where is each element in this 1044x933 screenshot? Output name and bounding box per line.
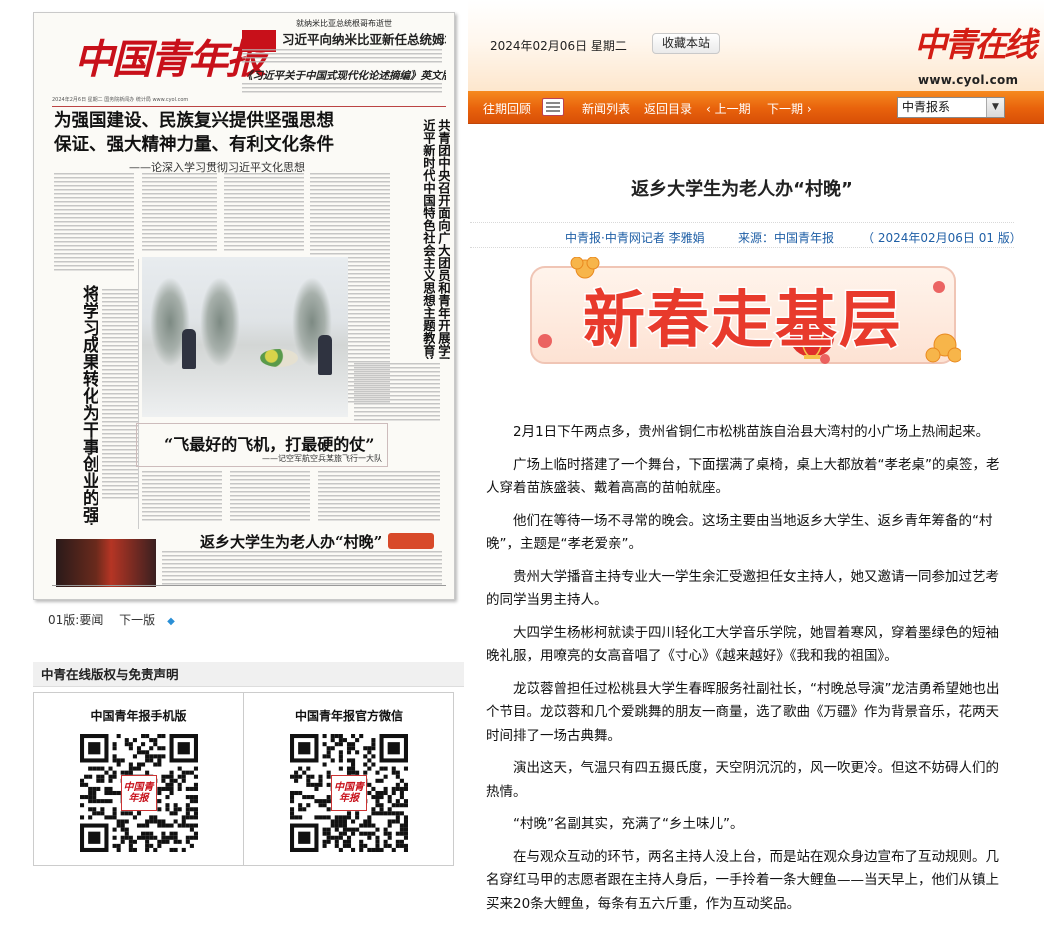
qr-panel: 中国青年报手机版 中国青年报 中国青年报官方微信 中国青年报 <box>33 692 454 866</box>
article-title: 返乡大学生为老人办“村晚” <box>631 179 853 200</box>
current-page-link[interactable]: 01版:要闻 <box>48 613 103 627</box>
newspaper-select[interactable]: 中青报系 ▼ <box>897 97 1005 118</box>
next-arrow-icon: ◆ <box>167 616 175 627</box>
qr-code-wechat: 中国青年报 <box>290 734 408 852</box>
paper-headline-2: 《习近平关于中国式现代化论述摘编》英文版、俄汉对照版出版发行 <box>242 70 446 82</box>
lead-title-line-1: 为强国建设、民族复兴提供坚强思想 <box>54 111 334 131</box>
qr-logo: 中国青年报 <box>331 775 367 811</box>
paper-text-block <box>54 173 134 273</box>
site-logo[interactable]: 中青在线 <box>914 18 1037 66</box>
byline-author: 中青报·中青网记者 李雅娟 <box>565 231 705 245</box>
nav-prev-issue[interactable]: ‹ 上一期 <box>706 100 751 117</box>
paper-text-block <box>162 551 442 587</box>
paper-text-block <box>224 173 304 251</box>
paper-dateline: 2024年2月6日 星期二 国务院新闻办 统计局 www.cyol.com <box>52 95 446 107</box>
article-paragraph: 贵州大学播音主持专业大一学生余汇受邀担任女主持人，她又邀请一同参加过艺考的同学当… <box>486 568 999 609</box>
qr-logo: 中国青年报 <box>120 775 157 811</box>
disclaimer-title[interactable]: 中青在线版权与免责声明 <box>33 662 464 687</box>
paper-bottom-stamp <box>388 533 434 549</box>
paper-text-block <box>102 289 138 499</box>
lead-title-line-2: 保证、强大精神力量、有利文化条件 <box>54 135 334 155</box>
paper-bottom-title: 返乡大学生为老人办“村晚” <box>200 533 383 551</box>
vertical-left-line: 将学习成果转化为干事创业的强大动力 <box>79 285 98 525</box>
nav-news-list[interactable]: 新闻列表 <box>582 100 630 117</box>
article-paragraph: “村晚”名副其实，充满了“乡土味儿”。 <box>513 816 744 832</box>
paper-snow-photo <box>142 257 348 417</box>
grid-menu-icon[interactable] <box>542 98 564 116</box>
paper-bottom-photo <box>56 539 156 587</box>
nav-next-label: 下一期 <box>767 102 804 116</box>
qr-mobile-box: 中国青年报手机版 中国青年报 <box>34 693 244 865</box>
vertical-line-1: 共青团中央召开面向广大团员和青年开展学习贯彻 <box>437 119 450 359</box>
feature-title: “飞最好的飞机，打最硬的仗” <box>164 435 375 454</box>
paper-masthead: 中国青年报 <box>74 36 266 83</box>
left-column: 中国青年报 就纳米比亚总统根哥布逝世 习近平向纳米比亚新任总统姆本巴致唁电 《习… <box>0 0 468 933</box>
qr-wechat-box: 中国青年报官方微信 中国青年报 <box>244 693 454 865</box>
nav-past-issues[interactable]: 往期回顾 <box>483 100 531 117</box>
paper-page-nav: 01版:要闻 下一版 ◆ <box>48 611 199 628</box>
nav-back-to-index[interactable]: 返回目录 <box>644 100 692 117</box>
article-paragraph: 在与观众互动的环节，两名主持人没上台，而是站在观众身边宣布了互动规则。几名穿红马… <box>486 848 999 912</box>
article-byline: 中青报·中青网记者 李雅娟 来源：中国青年报 （ 2024年02月06日 01 … <box>470 222 1022 248</box>
photo-tree <box>200 277 240 367</box>
vertical-line-2: 近平新时代中国特色社会主义思想主题教育总结会议 <box>422 119 435 359</box>
paper-headline-1-text: 习近平向纳米比亚新任总统姆本巴致唁电 <box>282 32 446 47</box>
photo-cart <box>260 349 298 367</box>
next-page-label: 下一版 <box>119 613 156 627</box>
paper-vertical-headline-right: 共青团中央召开面向广大团员和青年开展学习贯彻 近平新时代中国特色社会主义思想主题… <box>396 119 450 359</box>
bookmark-button[interactable]: 收藏本站 <box>652 33 720 54</box>
paper-top-small: 就纳米比亚总统根哥布逝世 <box>296 19 392 28</box>
article-paragraph: 他们在等待一场不寻常的晚会。这场主要由当地返乡大学生、返乡青年筹备的“村晚”，主… <box>486 512 993 553</box>
feature-subtitle: ——记空军航空兵某旅飞行一大队 <box>262 454 382 463</box>
chevron-down-icon: ▼ <box>986 98 1004 117</box>
paper-text-block <box>242 83 442 93</box>
byline-date: （ 2024年02月06日 01 版） <box>862 231 1022 245</box>
site-url[interactable]: www.cyol.com <box>918 73 1018 87</box>
byline-source: 来源：中国青年报 <box>738 231 835 245</box>
header-date: 2024年02月06日 星期二 <box>490 39 627 53</box>
article-paragraph: 2月1日下午两点多，贵州省铜仁市松桃苗族自治县大湾村的小广场上热闹起来。 <box>513 424 990 440</box>
newspaper-page-image[interactable]: 中国青年报 就纳米比亚总统根哥布逝世 习近平向纳米比亚新任总统姆本巴致唁电 《习… <box>33 12 455 600</box>
chevron-right-icon: › <box>806 102 812 116</box>
column-divider <box>138 259 139 529</box>
paper-text-block <box>242 49 442 65</box>
article-body: 2月1日下午两点多，贵州省铜仁市松桃苗族自治县大湾村的小广场上热闹起来。广场上临… <box>486 421 1006 925</box>
nav-next-issue[interactable]: 下一期 › <box>767 100 812 117</box>
paper-text-block <box>142 173 217 251</box>
banner-text: 新春走基层 <box>583 283 903 356</box>
select-value: 中青报系 <box>902 100 951 114</box>
chevron-left-icon: ‹ <box>706 102 711 116</box>
paper-text-block <box>230 471 310 521</box>
photo-person <box>318 335 332 375</box>
article-paragraph: 演出这天，气温只有四五摄氏度，天空阴沉沉的，风一吹更冷。但这不妨碍人们的热情。 <box>486 760 999 800</box>
paper-lead-headline: 为强国建设、民族复兴提供坚强思想 保证、强大精神力量、有利文化条件 ——论深入学… <box>54 109 424 175</box>
article-paragraph: 龙苡蓉曾担任过松桃县大学生春晖服务社副社长，“村晚总导演”龙洁勇希望她也出个节目… <box>486 680 1000 744</box>
next-page-link[interactable]: 下一版 ◆ <box>119 613 187 627</box>
qr-mobile-title: 中国青年报手机版 <box>90 709 187 723</box>
photo-person <box>182 329 196 369</box>
qr-code-mobile: 中国青年报 <box>79 734 198 852</box>
paper-text-block <box>142 471 222 521</box>
article-paragraph: 广场上临时搭建了一个舞台，下面摆满了桌椅，桌上大都放着“孝老桌”的桌签，老人穿着… <box>486 456 1000 497</box>
nav-prev-label: 上一期 <box>714 102 751 116</box>
article-paragraph: 大四学生杨彬柯就读于四川轻化工大学音乐学院，她冒着寒风，穿着墨绿色的短袖晚礼服，… <box>486 624 999 665</box>
paper-text-block <box>354 363 440 423</box>
paper-text-block <box>318 471 440 521</box>
paper-footer <box>52 585 446 593</box>
new-spring-banner: 新春走基层 <box>530 257 961 364</box>
qr-wechat-title: 中国青年报官方微信 <box>294 709 403 723</box>
paper-vertical-headline-left: 将学习成果转化为干事创业的强大动力 <box>52 285 98 525</box>
